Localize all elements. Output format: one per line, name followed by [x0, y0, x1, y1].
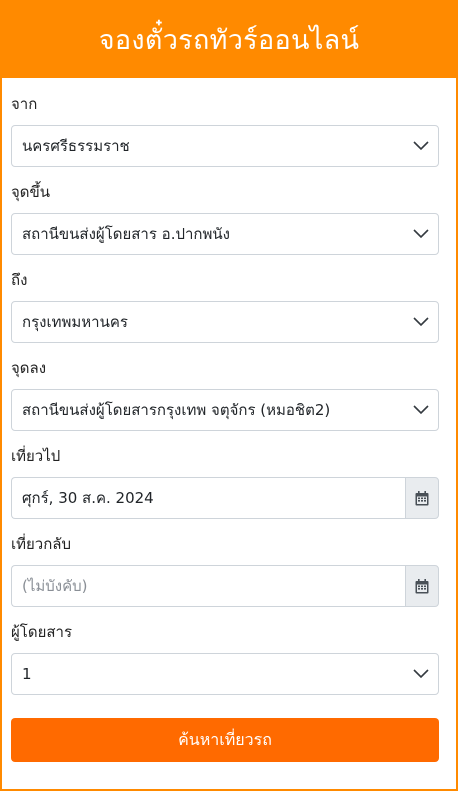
chevron-down-icon — [413, 317, 429, 327]
search-trips-button-label: ค้นหาเที่ยวรถ — [178, 729, 272, 749]
passengers-label: ผู้โดยสาร — [11, 623, 73, 641]
pickup-select[interactable]: สถานีขนส่งผู้โดยสาร อ.ปากพนัง — [11, 213, 439, 255]
depart-calendar-button[interactable] — [405, 477, 439, 519]
pickup-label: จุดขึ้น — [11, 183, 51, 201]
dropoff-select[interactable]: สถานีขนส่งผู้โดยสารกรุงเทพ จตุจักร (หมอช… — [11, 389, 439, 431]
to-label: ถึง — [11, 271, 28, 289]
return-calendar-button[interactable] — [405, 565, 439, 607]
page-title: จองตั๋วรถทัวร์ออนไลน์ — [98, 24, 360, 56]
chevron-down-icon — [413, 229, 429, 239]
calendar-icon — [415, 578, 429, 593]
search-trips-button[interactable]: ค้นหาเที่ยวรถ — [11, 718, 439, 762]
depart-label: เที่ยวไป — [11, 447, 61, 465]
chevron-down-icon — [413, 669, 429, 679]
passengers-value: 1 — [22, 665, 32, 683]
return-date-input[interactable]: (ไม่บังคับ) — [11, 565, 405, 607]
calendar-icon — [415, 490, 429, 505]
chevron-down-icon — [413, 405, 429, 415]
header: จองตั๋วรถทัวร์ออนไลน์ — [2, 0, 456, 78]
pickup-value: สถานีขนส่งผู้โดยสาร อ.ปากพนัง — [22, 225, 230, 243]
to-value: กรุงเทพมหานคร — [22, 313, 128, 331]
dropoff-value: สถานีขนส่งผู้โดยสารกรุงเทพ จตุจักร (หมอช… — [22, 401, 331, 419]
from-label: จาก — [11, 95, 38, 113]
depart-date-group: ศุกร์, 30 ส.ค. 2024 — [11, 477, 439, 519]
return-date-group: (ไม่บังคับ) — [11, 565, 439, 607]
booking-panel: จองตั๋วรถทัวร์ออนไลน์ จาก นครศรีธรรมราช … — [0, 0, 458, 791]
dropoff-label: จุดลง — [11, 359, 47, 377]
booking-form: จาก นครศรีธรรมราช จุดขึ้น สถานีขนส่งผู้โ… — [2, 93, 456, 762]
from-select[interactable]: นครศรีธรรมราช — [11, 125, 439, 167]
chevron-down-icon — [413, 141, 429, 151]
passengers-select[interactable]: 1 — [11, 653, 439, 695]
depart-date-input[interactable]: ศุกร์, 30 ส.ค. 2024 — [11, 477, 405, 519]
return-label: เที่ยวกลับ — [11, 535, 72, 553]
from-value: นครศรีธรรมราช — [22, 137, 130, 155]
to-select[interactable]: กรุงเทพมหานคร — [11, 301, 439, 343]
